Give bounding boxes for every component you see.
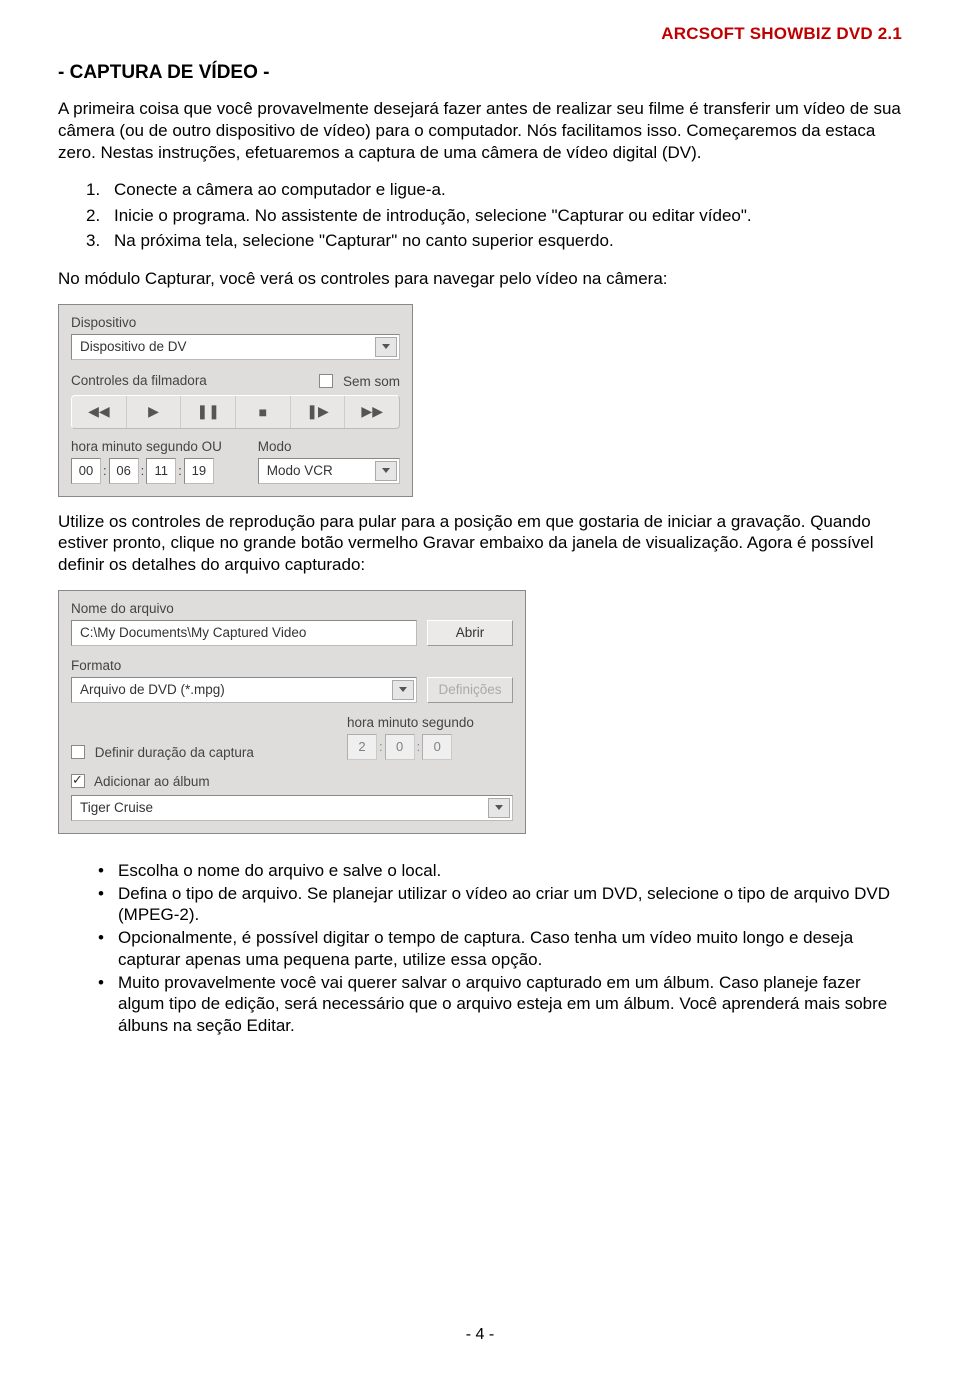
stop-button[interactable]: ■ (236, 396, 291, 428)
bullet-icon: • (98, 927, 108, 971)
filename-field[interactable]: C:\My Documents\My Captured Video (71, 620, 417, 646)
chevron-down-icon[interactable] (375, 461, 397, 481)
mute-checkbox[interactable] (319, 374, 333, 388)
play-icon: ▶ (148, 403, 159, 420)
open-button[interactable]: Abrir (427, 620, 513, 646)
colon-icon: : (415, 734, 423, 760)
time-hour[interactable]: 00 (71, 458, 101, 484)
bullet-text: Defina o tipo de arquivo. Se planejar ut… (118, 883, 902, 927)
play-button[interactable]: ▶ (127, 396, 182, 428)
step-icon: ❚▶ (306, 403, 329, 420)
step-text: Na próxima tela, selecione "Capturar" no… (114, 228, 614, 254)
after-steps-paragraph: No módulo Capturar, você verá os control… (58, 268, 902, 290)
step-number: 2. (86, 203, 104, 229)
bullet-icon: • (98, 860, 108, 882)
list-item: • Defina o tipo de arquivo. Se planejar … (98, 883, 902, 927)
album-checkbox[interactable] (71, 774, 85, 788)
fast-forward-button[interactable]: ▶▶ (345, 396, 399, 428)
step-2: 2. Inicie o programa. No assistente de i… (86, 203, 902, 229)
rewind-icon: ◀◀ (88, 403, 110, 420)
steps-list: 1. Conecte a câmera ao computador e ligu… (86, 177, 902, 254)
album-value: Tiger Cruise (80, 800, 153, 815)
colon-icon: : (101, 458, 109, 484)
device-value: Dispositivo de DV (80, 339, 187, 354)
chevron-down-icon[interactable] (392, 680, 414, 700)
stop-icon: ■ (259, 404, 267, 420)
duration-label: Definir duração da captura (95, 745, 254, 760)
mode-value: Modo VCR (267, 463, 333, 478)
step-text: Inicie o programa. No assistente de intr… (114, 203, 752, 229)
timecode-label: hora minuto segundo OU (71, 439, 242, 454)
rewind-button[interactable]: ◀◀ (72, 396, 127, 428)
bullet-text: Escolha o nome do arquivo e salve o loca… (118, 860, 441, 882)
timecode-group[interactable]: 00 : 06 : 11 : 19 (71, 458, 242, 484)
step-text: Conecte a câmera ao computador e ligue-a… (114, 177, 446, 203)
mute-label: Sem som (343, 374, 400, 389)
definitions-button: Definições (427, 677, 513, 703)
mode-label: Modo (258, 439, 400, 454)
bullet-icon: • (98, 972, 108, 1037)
album-checkbox-wrap[interactable]: Adicionar ao álbum (71, 772, 513, 789)
step-1: 1. Conecte a câmera ao computador e ligu… (86, 177, 902, 203)
section-title: - CAPTURA DE VÍDEO - (58, 62, 902, 84)
album-dropdown[interactable]: Tiger Cruise (71, 795, 513, 821)
bullet-text: Opcionalmente, é possível digitar o temp… (118, 927, 902, 971)
page-number: - 4 - (0, 1326, 960, 1344)
duration-hour: 2 (347, 734, 377, 760)
step-button[interactable]: ❚▶ (291, 396, 346, 428)
hms-label: hora minuto segundo (347, 715, 513, 730)
mid-paragraph: Utilize os controles de reprodução para … (58, 511, 902, 576)
list-item: • Muito provavelmente você vai querer sa… (98, 972, 902, 1037)
device-label: Dispositivo (71, 315, 400, 330)
list-item: • Opcionalmente, é possível digitar o te… (98, 927, 902, 971)
duration-minute: 0 (385, 734, 415, 760)
filename-label: Nome do arquivo (71, 601, 513, 616)
album-label: Adicionar ao álbum (94, 774, 210, 789)
capture-controls-panel: Dispositivo Dispositivo de DV Controles … (58, 304, 413, 497)
pause-icon: ❚❚ (196, 403, 219, 420)
playback-bar: ◀◀ ▶ ❚❚ ■ ❚▶ ▶▶ (71, 395, 400, 429)
intro-paragraph: A primeira coisa que você provavelmente … (58, 98, 902, 163)
bullet-icon: • (98, 883, 108, 927)
filename-value: C:\My Documents\My Captured Video (80, 625, 306, 640)
list-item: • Escolha o nome do arquivo e salve o lo… (98, 860, 902, 882)
colon-icon: : (139, 458, 147, 484)
bullet-text: Muito provavelmente você vai querer salv… (118, 972, 902, 1037)
step-3: 3. Na próxima tela, selecione "Capturar"… (86, 228, 902, 254)
page-header-product: ARCSOFT SHOWBIZ DVD 2.1 (58, 24, 902, 44)
camcorder-controls-label: Controles da filmadora (71, 373, 207, 388)
duration-second: 0 (422, 734, 452, 760)
chevron-down-icon[interactable] (488, 798, 510, 818)
step-number: 3. (86, 228, 104, 254)
chevron-down-icon[interactable] (375, 337, 397, 357)
format-value: Arquivo de DVD (*.mpg) (80, 682, 225, 697)
format-dropdown[interactable]: Arquivo de DVD (*.mpg) (71, 677, 417, 703)
duration-checkbox-wrap[interactable]: Definir duração da captura (71, 743, 327, 760)
capture-settings-panel: Nome do arquivo C:\My Documents\My Captu… (58, 590, 526, 834)
fast-forward-icon: ▶▶ (361, 403, 383, 420)
mute-checkbox-wrap[interactable]: Sem som (319, 372, 400, 389)
bullets-list: • Escolha o nome do arquivo e salve o lo… (98, 860, 902, 1037)
step-number: 1. (86, 177, 104, 203)
colon-icon: : (176, 458, 184, 484)
duration-time-group: 2 : 0 : 0 (347, 734, 513, 760)
format-label: Formato (71, 658, 513, 673)
mode-dropdown[interactable]: Modo VCR (258, 458, 400, 484)
time-minute[interactable]: 06 (109, 458, 139, 484)
time-second[interactable]: 11 (146, 458, 176, 484)
pause-button[interactable]: ❚❚ (181, 396, 236, 428)
time-frame[interactable]: 19 (184, 458, 214, 484)
colon-icon: : (377, 734, 385, 760)
device-dropdown[interactable]: Dispositivo de DV (71, 334, 400, 360)
duration-checkbox[interactable] (71, 745, 85, 759)
